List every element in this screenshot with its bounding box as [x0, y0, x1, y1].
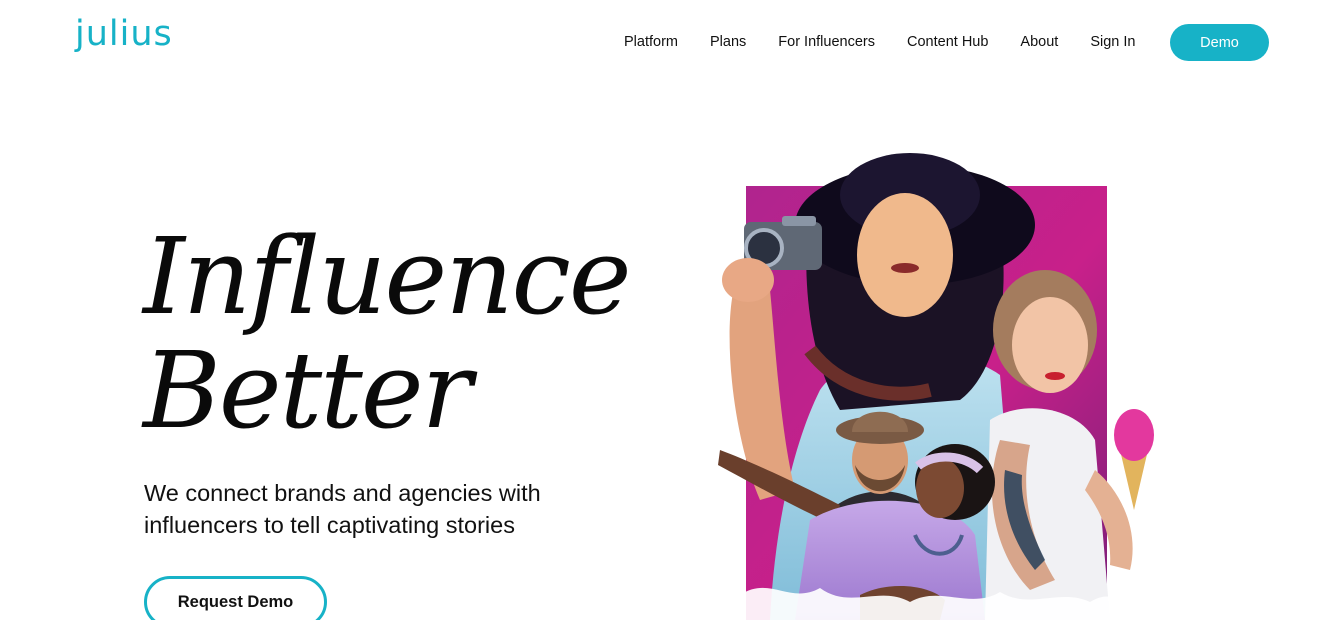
nav-item-sign-in[interactable]: Sign In [1090, 34, 1135, 50]
nav-item-plans[interactable]: Plans [710, 34, 746, 50]
nav-item-for-influencers[interactable]: For Influencers [778, 34, 875, 50]
main-nav: Platform Plans For Influencers Content H… [624, 34, 1135, 50]
hero-headline-line-1: Influence [143, 215, 632, 338]
hero-headline: Influence Better [143, 215, 632, 452]
hero-subtext: We connect brands and agencies with infl… [144, 480, 541, 538]
camera-top [782, 216, 816, 226]
hero-image [718, 153, 1154, 620]
nav-item-content-hub[interactable]: Content Hub [907, 34, 988, 50]
hero-headline-line-2: Better [143, 329, 472, 452]
icecream-scoop [1114, 409, 1154, 461]
julius-logo[interactable]: julius [75, 17, 173, 52]
woman-icecream-lips [1045, 372, 1065, 380]
nav-item-about[interactable]: About [1020, 34, 1058, 50]
woman-camera-mouth [891, 263, 919, 273]
nav-item-platform[interactable]: Platform [624, 34, 678, 50]
request-demo-button[interactable]: Request Demo [144, 576, 327, 620]
woman-camera-hand [722, 258, 774, 302]
page: julius Platform Plans For Influencers Co… [0, 0, 1343, 620]
woman-camera-face [857, 193, 953, 317]
demo-button[interactable]: Demo [1170, 24, 1269, 61]
